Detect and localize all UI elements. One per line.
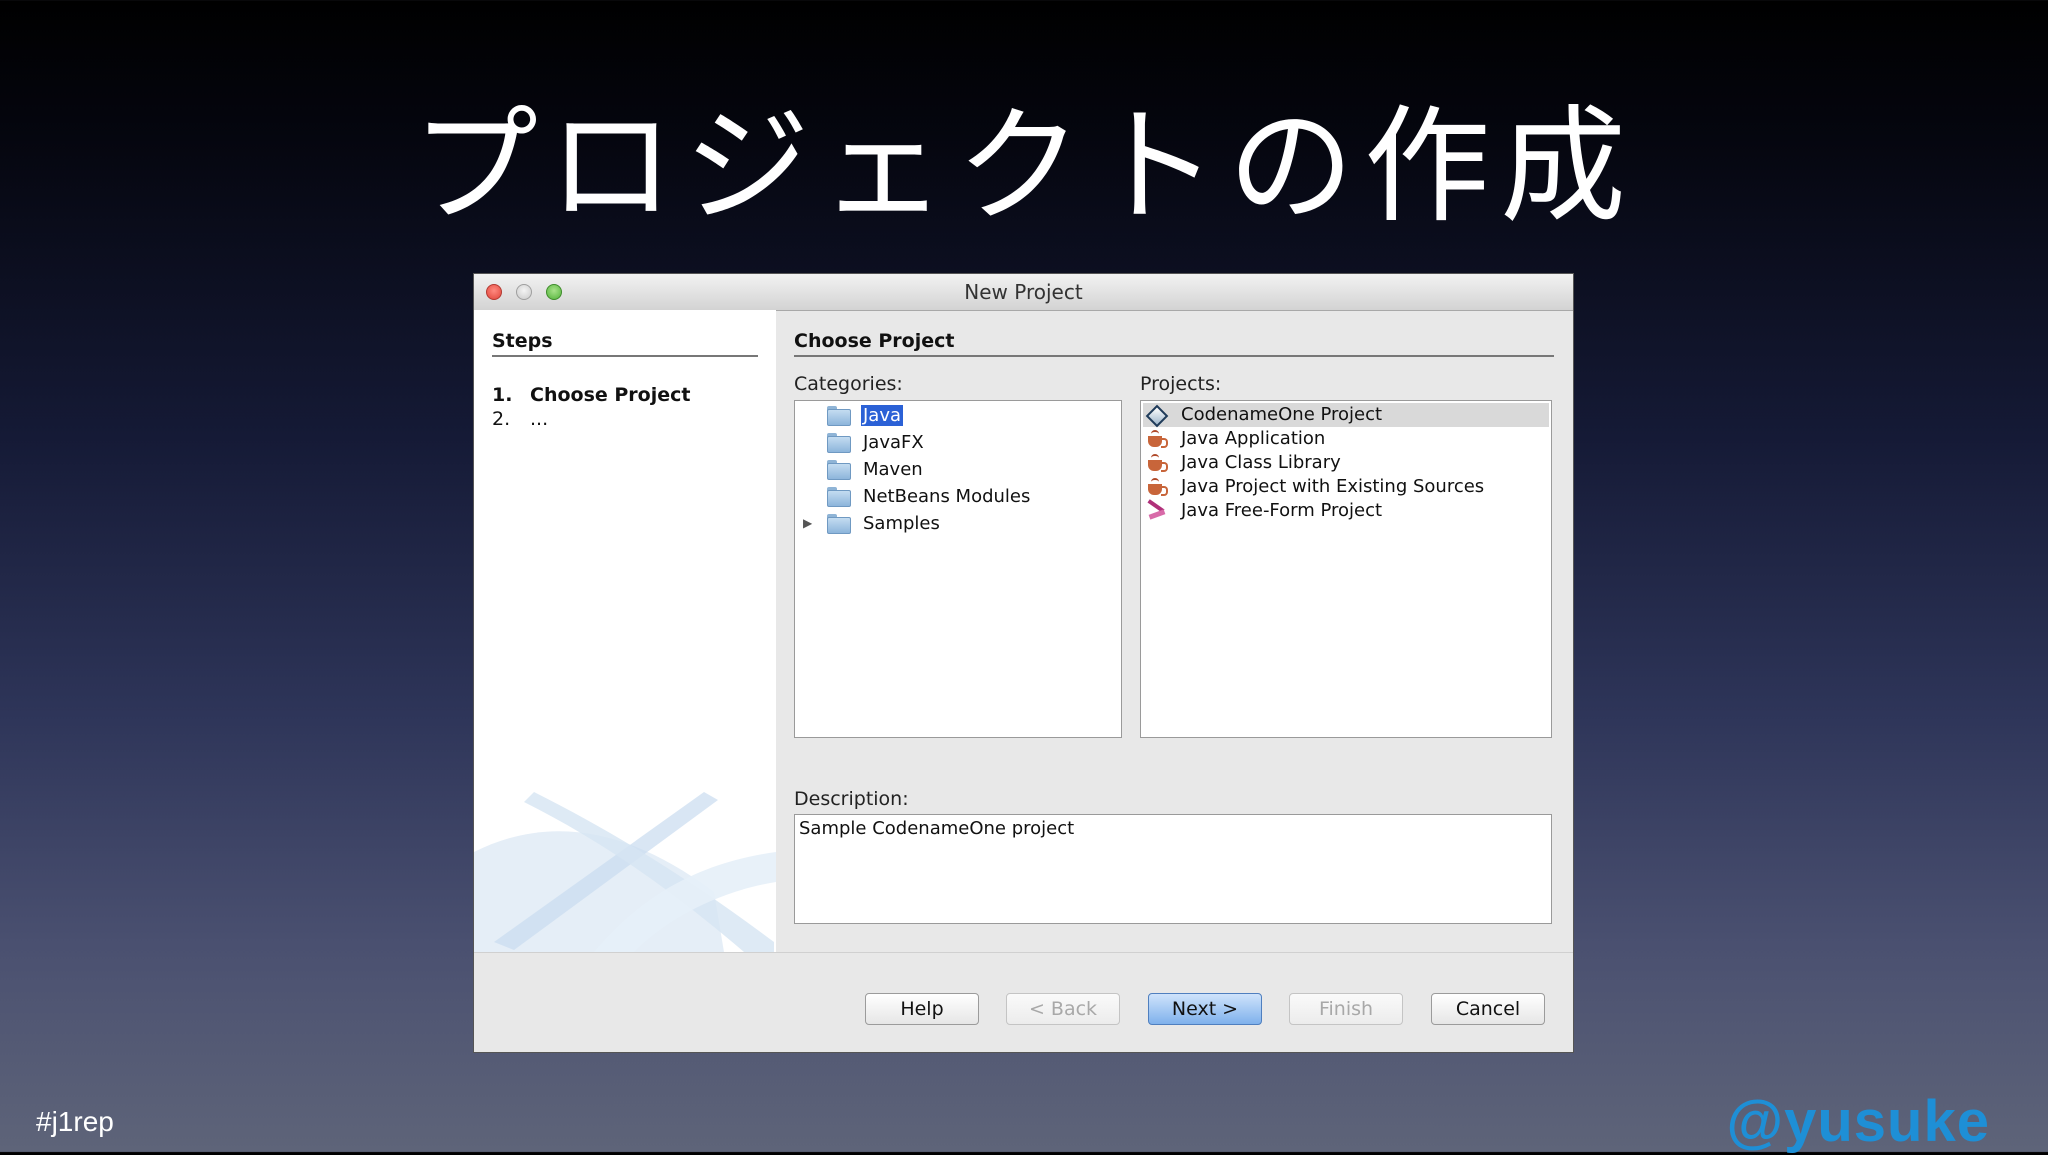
codenameone-icon bbox=[1145, 404, 1169, 428]
project-item-java-free-form[interactable]: Java Free-Form Project bbox=[1143, 499, 1549, 523]
step-number: 2. bbox=[492, 408, 511, 430]
cancel-button[interactable]: Cancel bbox=[1431, 993, 1545, 1025]
steps-heading: Steps bbox=[492, 330, 758, 357]
project-label: Java Project with Existing Sources bbox=[1181, 476, 1485, 497]
step-label: ... bbox=[530, 408, 549, 430]
project-label: Java Free-Form Project bbox=[1181, 500, 1383, 521]
folder-icon bbox=[827, 433, 851, 453]
main-content: Choose Project Categories: Projects: Jav… bbox=[776, 310, 1573, 952]
new-project-dialog: New Project Steps 1. Choose Project 2....… bbox=[474, 274, 1573, 1052]
category-label: JavaFX bbox=[863, 432, 924, 453]
step-item: 2.... bbox=[492, 408, 548, 430]
category-label: Samples bbox=[863, 513, 940, 534]
category-item-maven[interactable]: Maven bbox=[795, 457, 1121, 483]
expand-arrow-icon[interactable]: ▶ bbox=[803, 516, 812, 530]
back-button[interactable]: < Back bbox=[1006, 993, 1120, 1025]
java-cup-icon bbox=[1147, 454, 1168, 472]
description-box: Sample CodenameOne project bbox=[794, 814, 1552, 924]
window-titlebar[interactable]: New Project bbox=[474, 274, 1573, 311]
slide-title: プロジェクトの作成 bbox=[412, 93, 1636, 240]
folder-icon bbox=[827, 514, 851, 534]
categories-list[interactable]: Java JavaFX Maven NetBeans Modules ▶ Sam… bbox=[794, 400, 1122, 738]
netbeans-watermark-graphic bbox=[474, 792, 776, 952]
categories-label: Categories: bbox=[794, 373, 903, 395]
project-item-codenameone[interactable]: CodenameOne Project bbox=[1143, 403, 1549, 428]
category-label: Java bbox=[859, 404, 905, 427]
project-label: Java Application bbox=[1181, 428, 1326, 449]
folder-icon bbox=[827, 406, 851, 426]
description-label: Description: bbox=[794, 788, 909, 810]
project-item-java-application[interactable]: Java Application bbox=[1143, 427, 1549, 451]
choose-project-heading: Choose Project bbox=[794, 330, 1554, 357]
steps-panel: Steps 1. Choose Project 2.... bbox=[474, 310, 776, 952]
project-item-java-existing-sources[interactable]: Java Project with Existing Sources bbox=[1143, 475, 1549, 499]
project-label: CodenameOne Project bbox=[1181, 404, 1383, 425]
hashtag-text: #j1rep bbox=[36, 1106, 114, 1137]
next-button[interactable]: Next > bbox=[1148, 993, 1262, 1025]
step-item: 1. Choose Project bbox=[492, 384, 690, 406]
java-cup-icon bbox=[1147, 430, 1168, 448]
java-cup-icon bbox=[1147, 478, 1168, 496]
projects-list[interactable]: CodenameOne Project Java Application Jav… bbox=[1140, 400, 1552, 738]
button-bar: Help < Back Next > Finish Cancel bbox=[474, 952, 1573, 1052]
author-handle: @yusuke bbox=[1726, 1089, 1990, 1154]
help-button[interactable]: Help bbox=[865, 993, 979, 1025]
category-item-javafx[interactable]: JavaFX bbox=[795, 430, 1121, 456]
window-title: New Project bbox=[964, 280, 1083, 304]
category-label: NetBeans Modules bbox=[863, 486, 1031, 507]
project-label: Java Class Library bbox=[1181, 452, 1341, 473]
category-item-samples[interactable]: ▶ Samples bbox=[795, 511, 1121, 537]
project-item-java-class-library[interactable]: Java Class Library bbox=[1143, 451, 1549, 475]
free-form-icon bbox=[1147, 499, 1167, 520]
folder-icon bbox=[827, 487, 851, 507]
finish-button[interactable]: Finish bbox=[1289, 993, 1403, 1025]
folder-icon bbox=[827, 460, 851, 480]
step-label: Choose Project bbox=[530, 384, 691, 406]
category-item-netbeans-modules[interactable]: NetBeans Modules bbox=[795, 484, 1121, 510]
category-item-java[interactable]: Java bbox=[795, 403, 1121, 429]
step-number: 1. bbox=[492, 384, 513, 406]
category-label: Maven bbox=[863, 459, 923, 480]
projects-label: Projects: bbox=[1140, 373, 1222, 395]
